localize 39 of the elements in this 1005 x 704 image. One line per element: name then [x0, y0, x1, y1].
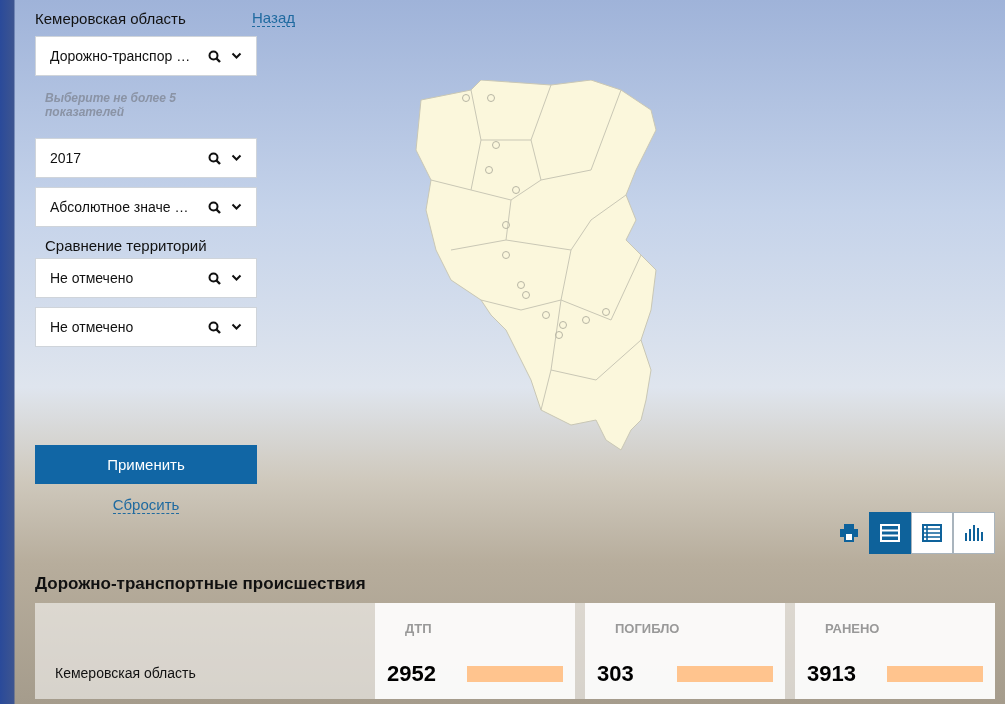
select-field[interactable]: Не отмечено — [35, 258, 257, 298]
row-name: Кемеровская область — [54, 665, 197, 683]
select-value: Не отмечено — [50, 319, 135, 335]
table-icon[interactable] — [922, 524, 942, 542]
region-title: Кемеровская область — [35, 9, 186, 27]
search-icon[interactable] — [208, 49, 221, 63]
select-field[interactable]: Абсолютное значе … — [35, 187, 257, 227]
select-value: Дорожно-транспор … — [50, 48, 192, 64]
comparison-label: Сравнение территорий — [44, 237, 208, 256]
column-header: ДТП — [404, 620, 433, 638]
search-icon[interactable] — [208, 271, 221, 285]
search-icon[interactable] — [208, 151, 221, 165]
select-field[interactable]: Дорожно-транспор … — [35, 36, 257, 76]
view-toggle-button[interactable] — [869, 512, 911, 554]
caret-icon[interactable] — [231, 154, 242, 162]
search-icon[interactable] — [208, 200, 221, 214]
printer-icon[interactable] — [839, 523, 859, 543]
select-field[interactable]: 2017 — [35, 138, 257, 178]
caret-icon[interactable] — [231, 203, 242, 211]
view-toggle-button[interactable] — [911, 512, 953, 554]
apply-button[interactable]: Применить — [35, 445, 257, 484]
table-title: Дорожно-транспортные происшествия — [35, 574, 367, 595]
select-value: Абсолютное значе … — [50, 199, 190, 215]
bar-chart-icon[interactable] — [964, 524, 984, 542]
caret-icon[interactable] — [231, 52, 242, 60]
caret-icon[interactable] — [231, 274, 242, 282]
select-value: 2017 — [50, 150, 83, 166]
column-header: ПОГИБЛО — [614, 620, 681, 638]
hint-text: Выберите не более 5 показателей — [44, 90, 177, 121]
caret-icon[interactable] — [231, 323, 242, 331]
value-text: 2952 — [387, 661, 437, 687]
list-icon[interactable] — [880, 524, 900, 542]
column-header: РАНЕНО — [824, 620, 881, 638]
search-icon[interactable] — [208, 320, 221, 334]
select-value: Не отмечено — [50, 270, 135, 286]
view-toggle-button[interactable] — [953, 512, 995, 554]
value-text: 303 — [597, 661, 635, 687]
value-text: 3913 — [807, 661, 857, 687]
select-field[interactable]: Не отмечено — [35, 307, 257, 347]
